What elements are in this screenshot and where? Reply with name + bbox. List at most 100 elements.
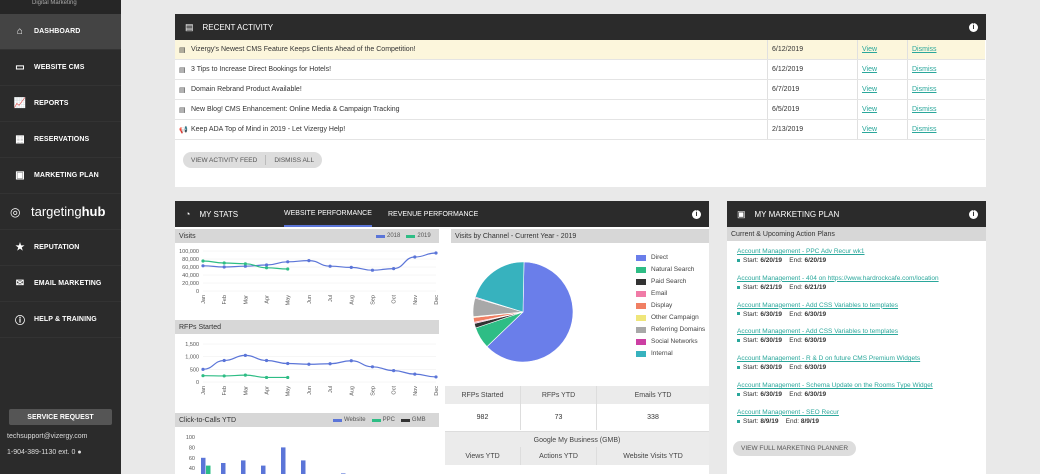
data-point [286,361,290,366]
x-tick-label: May [286,295,292,306]
data-point [222,265,226,269]
x-tick-label: Feb [222,386,228,395]
x-tick-label: Apr [265,295,271,304]
start-date: 8/9/19 [760,417,779,425]
data-point [222,358,226,363]
pie-legend-label: Social Networks [651,338,698,345]
pie-legend-item: Display [636,302,672,309]
x-tick-label: Aug [349,295,355,305]
plan-item: Account Management - R & D on future CMS… [737,355,920,371]
data-point [264,375,269,380]
plan-item: Account Management - PPC Adv Recur wk1 St… [737,248,865,264]
y-tick-label: 0 [196,380,199,386]
info-icon[interactable]: i [969,209,978,219]
legend-swatch [636,278,646,285]
plan-subtitle: Current & Upcoming Action Plans [727,227,986,241]
end-date: 6/30/19 [804,337,827,345]
y-tick-label: 80,000 [182,257,199,263]
plan-item-link[interactable]: Account Management - 404 on https://www.… [737,275,939,282]
legend-swatch [636,302,646,309]
plan-item: Account Management - 404 on https://www.… [737,275,939,291]
data-point [222,261,226,265]
data-point [413,372,417,376]
data-point [307,362,311,366]
data-point [392,267,396,271]
plan-item-dates: Start: 8/9/19 End: 8/9/19 [737,418,839,425]
x-tick-label: Jan [201,295,207,304]
x-tick-label: Mar [243,386,249,396]
x-tick-label: Nov [413,295,419,305]
end-date: 6/21/19 [804,283,827,291]
x-tick-label: Feb [222,295,228,304]
legend-swatch [636,254,646,261]
plan-item-dates: Start: 6/21/19 End: 6/21/19 [737,284,939,291]
data-point [349,265,353,269]
bullet-icon [737,392,740,396]
data-point [243,262,247,266]
bar [221,463,226,474]
pie-legend-item: Natural Search [636,266,694,273]
data-point [307,259,311,263]
start-date: 6/30/19 [760,364,783,372]
pie-legend-item: Referring Domains [636,326,705,333]
y-tick-label: 20,000 [182,281,199,287]
x-tick-label: Oct [392,295,398,304]
pie-legend-item: Social Networks [636,338,698,345]
data-point [222,374,226,378]
data-point [264,266,269,270]
data-point [349,359,353,363]
plan-item-link[interactable]: Account Management - R & D on future CMS… [737,355,920,362]
gmb-website-visits-label: Website Visits YTD [597,447,709,465]
plan-item-link[interactable]: Account Management - PPC Adv Recur wk1 [737,248,865,255]
x-tick-label: Jun [307,295,313,304]
pie-legend-item: Email [636,290,667,297]
start-date: 6/21/19 [760,283,783,291]
kpi-rfps-ytd-label: RFPs YTD [521,386,597,404]
plan-item-link[interactable]: Account Management - Add CSS Variables t… [737,302,898,309]
clipboard-icon: ▣ [737,208,746,219]
data-point [328,264,332,268]
series-line [202,252,437,271]
x-tick-label: Jul [328,295,334,302]
data-point [286,267,290,271]
start-label: Start: [743,391,759,398]
y-tick-label: 100,000 [179,249,199,255]
plan-item-dates: Start: 6/30/19 End: 6/30/19 [737,311,898,318]
legend-swatch [636,338,646,345]
start-label: Start: [743,364,759,372]
plan-item: Account Management - Schema Update on th… [737,382,933,398]
data-point [264,263,269,267]
marketing-plan-header: ▣ MY MARKETING PLAN i [727,201,986,227]
data-point [201,259,205,263]
end-label: End: [789,391,803,398]
y-tick-label: 1,500 [185,342,199,348]
plan-item-link[interactable]: Account Management - Add CSS Variables t… [737,328,898,335]
data-point [370,365,375,369]
plan-item-link[interactable]: Account Management - SEO Recur [737,409,839,416]
data-point [243,353,247,357]
bar [301,460,306,474]
x-tick-label: Sep [370,386,376,396]
y-tick-label: 500 [190,367,199,373]
bar [261,465,266,474]
pie-legend-label: Email [651,290,668,297]
pie-legend-label: Direct [651,254,668,261]
start-label: Start: [743,283,759,291]
x-tick-label: Nov [413,386,419,396]
start-label: Start: [743,310,759,318]
bar [201,457,206,474]
bar [241,460,246,474]
start-date: 6/30/19 [760,391,783,398]
view-full-marketing-planner-button[interactable]: VIEW FULL MARKETING PLANNER [733,441,857,456]
kpi-emails-ytd-label: Emails YTD [597,386,709,404]
bullet-icon [737,258,740,262]
x-tick-label: Oct [392,386,398,395]
start-label: Start: [743,337,759,345]
bullet-icon [737,285,740,289]
y-tick-label: 0 [196,289,199,295]
data-point [286,375,290,380]
plan-item-link[interactable]: Account Management - Schema Update on th… [737,382,933,389]
plan-item: Account Management - Add CSS Variables t… [737,302,898,318]
bullet-icon [737,339,740,343]
y-tick-label: 60,000 [182,265,199,271]
